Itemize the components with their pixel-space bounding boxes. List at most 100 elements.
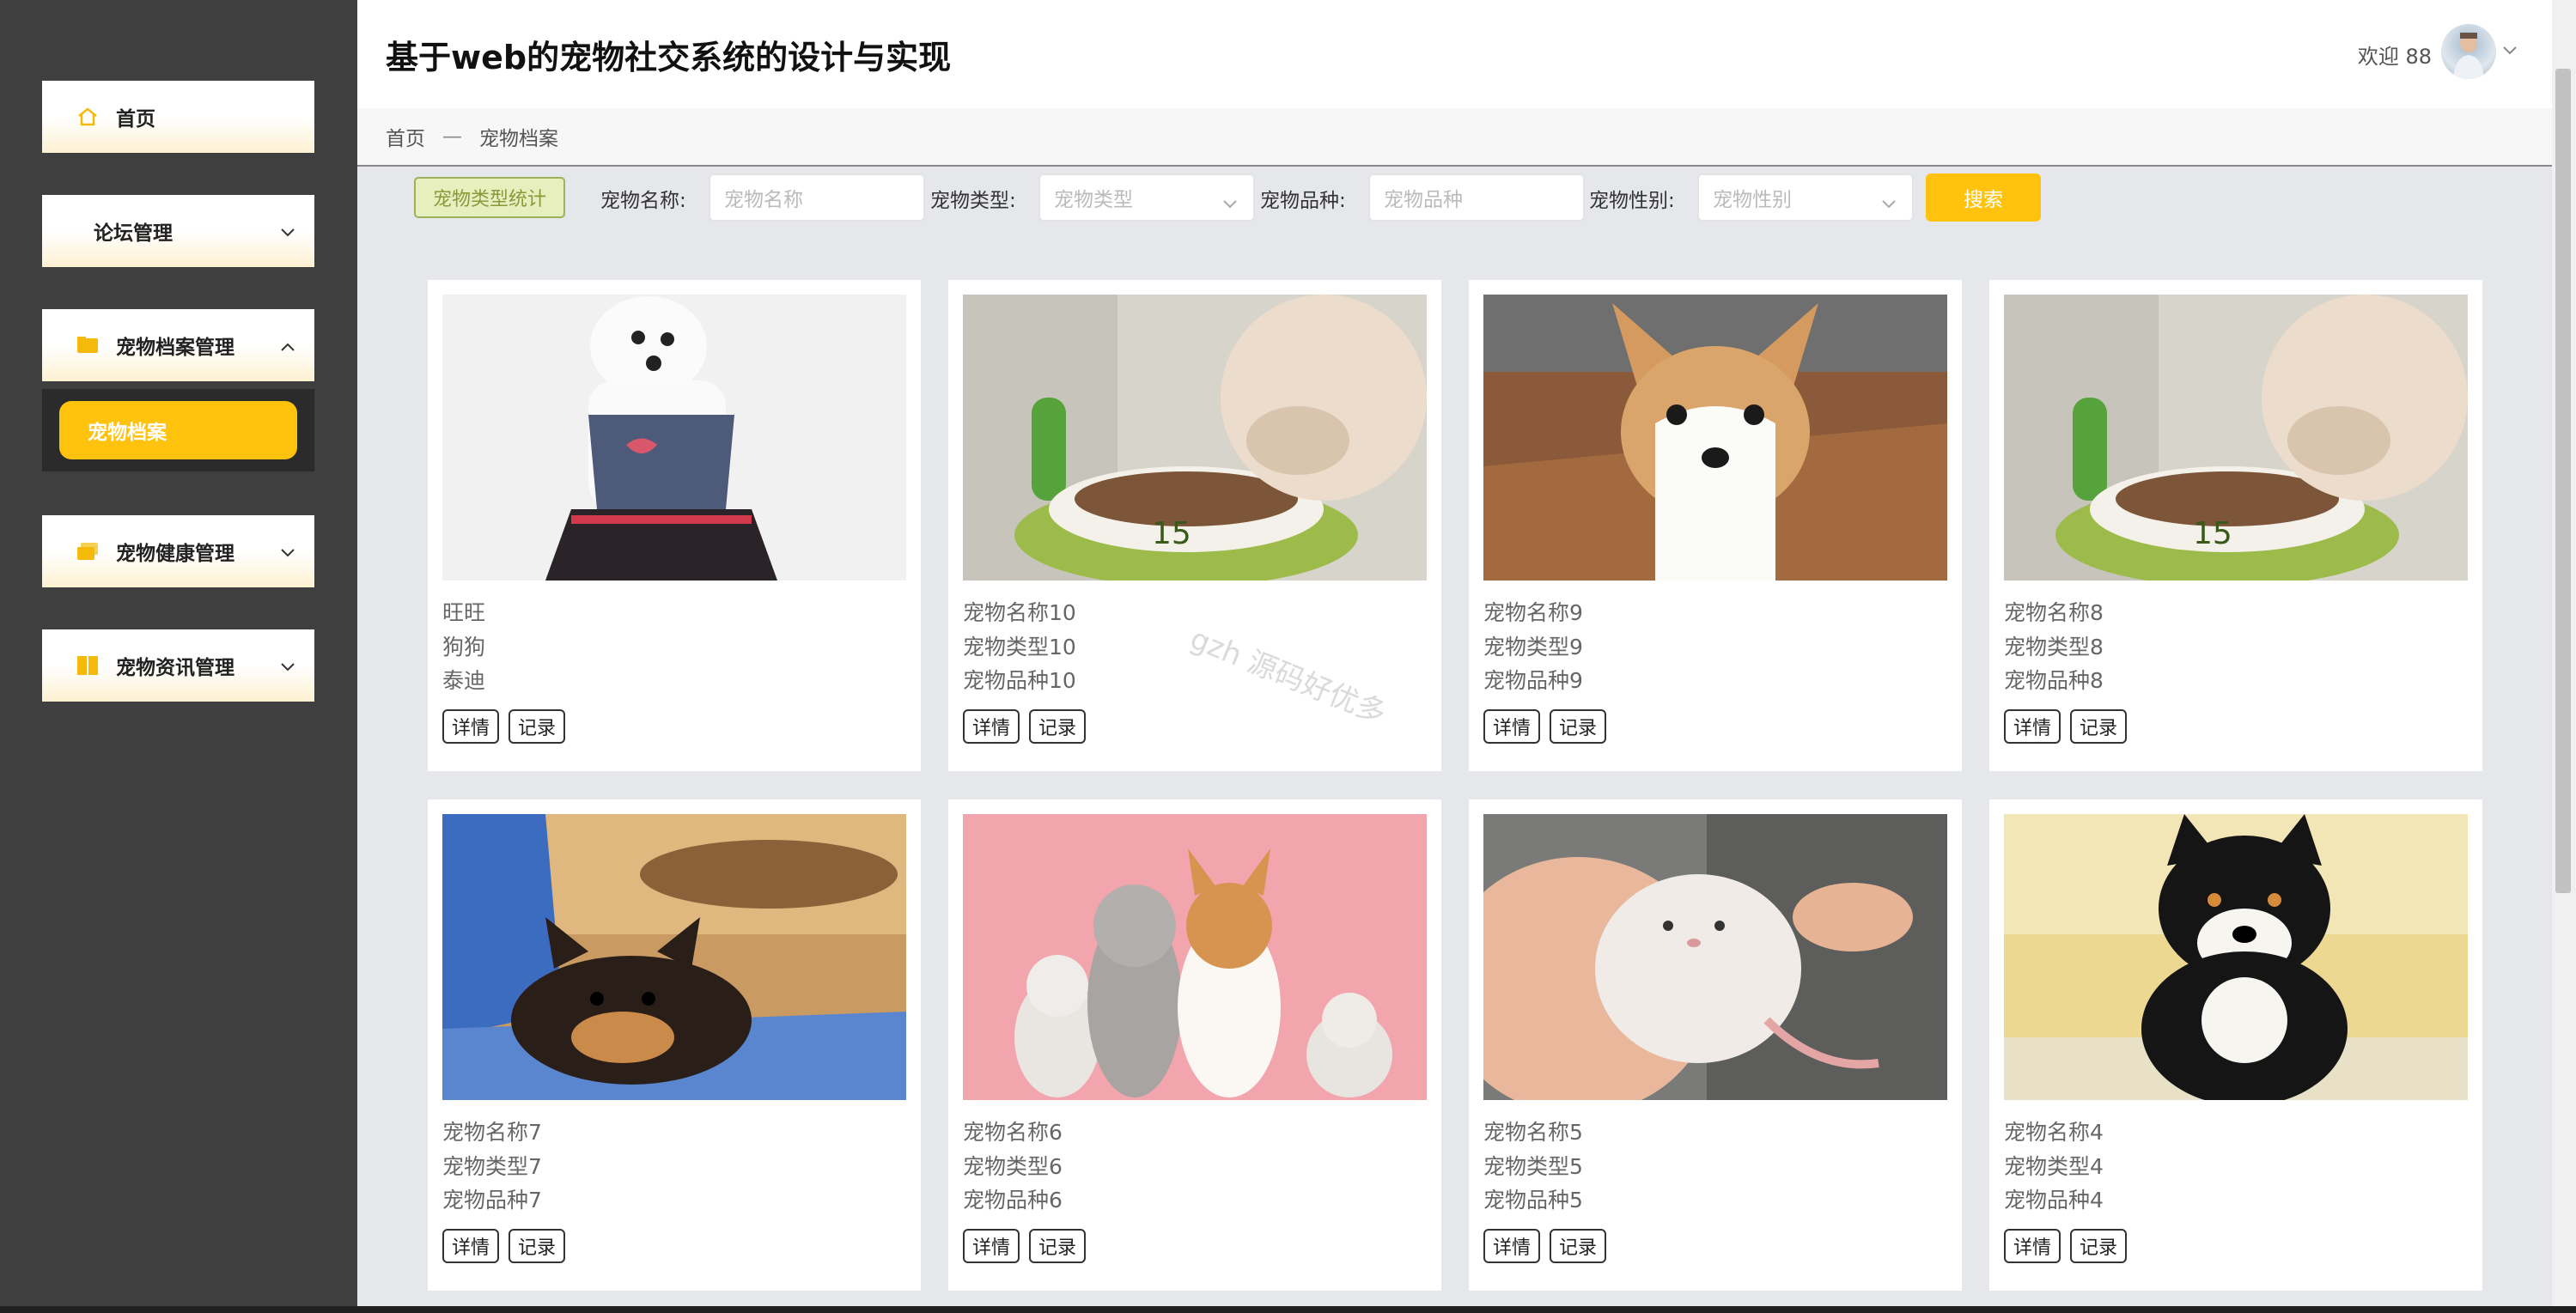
chevron-down-icon (1222, 192, 1238, 215)
record-button[interactable]: 记录 (2070, 709, 2127, 744)
pet-card[interactable]: 宠物名称4 宠物类型4 宠物品种4 详情 记录 (1989, 799, 2482, 1291)
pet-card[interactable]: 15 宠物名称8 宠物类型8 宠物品种8 详情 记录 (1989, 280, 2482, 771)
chevron-down-icon (280, 541, 295, 563)
pet-name: 宠物名称9 (1483, 600, 1583, 625)
pet-type: 宠物类型8 (2004, 635, 2104, 660)
sidebar-item-pet-archive[interactable]: 宠物档案管理 (42, 309, 314, 381)
sidebar-subitem-pet-archive[interactable]: 宠物档案 (59, 401, 297, 459)
sidebar-item-label: 宠物健康管理 (116, 543, 234, 565)
record-button[interactable]: 记录 (509, 1229, 565, 1263)
svg-text:15: 15 (2193, 516, 2232, 551)
pet-card[interactable]: 15 宠物名称10 宠物类型10 宠物品种10 详情 记录 (948, 280, 1441, 771)
vertical-scrollbar[interactable] (2552, 0, 2576, 1313)
pet-type-label: 宠物类型: (930, 190, 1016, 212)
avatar[interactable] (2441, 24, 2496, 79)
pet-type: 宠物类型10 (963, 635, 1076, 660)
sidebar: 首页 论坛管理 宠物档案管理 宠物档案 宠物健康管理 宠物资讯管理 (0, 0, 357, 1313)
pet-breed: 宠物品种6 (963, 1188, 1063, 1213)
pet-photo-pets-group-pink[interactable] (963, 814, 1427, 1100)
pet-type-select-value: 宠物类型 (1054, 189, 1133, 211)
sidebar-item-label: 宠物资讯管理 (116, 657, 234, 679)
pet-card[interactable]: 宠物名称9 宠物类型9 宠物品种9 详情 记录 (1469, 280, 1962, 771)
pet-breed: 宠物品种10 (963, 668, 1076, 693)
detail-button[interactable]: 详情 (1483, 709, 1540, 744)
breadcrumb-current: 宠物档案 (479, 128, 558, 150)
pet-photo-white-poodle[interactable] (442, 295, 906, 581)
pet-breed-input[interactable]: 宠物品种 (1368, 173, 1585, 222)
book-icon (76, 656, 99, 675)
record-button[interactable]: 记录 (1550, 1229, 1606, 1263)
record-button[interactable]: 记录 (1029, 1229, 1086, 1263)
pet-card[interactable]: 旺旺 狗狗 泰迪 详情 记录 (428, 280, 921, 771)
pet-name: 旺旺 (442, 600, 486, 625)
search-button[interactable]: 搜索 (1926, 173, 2041, 222)
pet-breed: 宠物品种9 (1483, 668, 1583, 693)
pet-breed: 宠物品种8 (2004, 668, 2104, 693)
sidebar-submenu: 宠物档案 (42, 389, 314, 471)
svg-text:15: 15 (1152, 516, 1191, 551)
sidebar-item-label: 论坛管理 (94, 222, 173, 245)
pet-photo-cat-food-bowl[interactable]: 15 (2004, 295, 2468, 581)
welcome-text: 欢迎 88 (2357, 45, 2432, 69)
chevron-up-icon (280, 335, 295, 357)
chevron-down-icon (1881, 192, 1897, 215)
pet-type-select[interactable]: 宠物类型 (1038, 173, 1255, 222)
pet-name: 宠物名称6 (963, 1120, 1063, 1145)
chevron-down-icon (280, 655, 295, 678)
pet-type: 宠物类型7 (442, 1154, 542, 1179)
pet-name: 宠物名称7 (442, 1120, 542, 1145)
pet-breed-label: 宠物品种: (1260, 190, 1346, 212)
detail-button[interactable]: 详情 (442, 1229, 499, 1263)
detail-button[interactable]: 详情 (963, 709, 1020, 744)
pet-photo-cat-food-bowl[interactable]: 15 (963, 295, 1427, 581)
record-button[interactable]: 记录 (1029, 709, 1086, 744)
top-header: 基于web的宠物社交系统的设计与实现 欢迎 88 (357, 0, 2552, 108)
pet-name-input[interactable]: 宠物名称 (709, 173, 925, 222)
detail-button[interactable]: 详情 (2004, 709, 2061, 744)
filter-bar: 宠物类型统计 宠物名称: 宠物名称 宠物类型: 宠物类型 宠物品种: 宠物品种 … (357, 167, 2552, 235)
pet-type-stat-button[interactable]: 宠物类型统计 (414, 177, 565, 218)
sidebar-item-home[interactable]: 首页 (42, 81, 314, 153)
pet-photo-hamster-hand[interactable] (1483, 814, 1947, 1100)
home-icon (76, 107, 99, 126)
detail-button[interactable]: 详情 (963, 1229, 1020, 1263)
record-button[interactable]: 记录 (509, 709, 565, 744)
pet-type: 宠物类型5 (1483, 1154, 1583, 1179)
sidebar-item-pet-health[interactable]: 宠物健康管理 (42, 515, 314, 587)
page-title: 基于web的宠物社交系统的设计与实现 (386, 39, 952, 76)
detail-button[interactable]: 详情 (2004, 1229, 2061, 1263)
folder-icon (76, 336, 99, 355)
pet-sex-label: 宠物性别: (1589, 190, 1675, 212)
pet-photo-shiba-lying[interactable] (442, 814, 906, 1100)
sidebar-item-pet-news[interactable]: 宠物资讯管理 (42, 629, 314, 702)
pet-breed: 宠物品种7 (442, 1188, 542, 1213)
pet-photo-corgi-puppy[interactable] (1483, 295, 1947, 581)
detail-button[interactable]: 详情 (442, 709, 499, 744)
chevron-down-icon[interactable] (2502, 43, 2518, 59)
record-button[interactable]: 记录 (1550, 709, 1606, 744)
breadcrumb-separator: — (442, 125, 462, 148)
bottom-edge (0, 1306, 2576, 1313)
sidebar-item-forum[interactable]: 论坛管理 (42, 195, 314, 267)
detail-button[interactable]: 详情 (1483, 1229, 1540, 1263)
pet-breed: 宠物品种5 (1483, 1188, 1583, 1213)
pet-type: 宠物类型9 (1483, 635, 1583, 660)
pet-type: 狗狗 (442, 635, 486, 660)
pet-card[interactable]: 宠物名称6 宠物类型6 宠物品种6 详情 记录 (948, 799, 1441, 1291)
folders-icon (76, 542, 99, 561)
breadcrumb: 首页 — 宠物档案 (357, 108, 2552, 167)
pet-breed: 宠物品种4 (2004, 1188, 2104, 1213)
pet-name: 宠物名称10 (963, 600, 1076, 625)
record-button[interactable]: 记录 (2070, 1229, 2127, 1263)
pet-photo-shiba-puppy[interactable] (2004, 814, 2468, 1100)
chevron-down-icon (280, 221, 295, 243)
pet-name: 宠物名称8 (2004, 600, 2104, 625)
scrollbar-thumb[interactable] (2555, 69, 2571, 893)
pet-name: 宠物名称4 (2004, 1120, 2104, 1145)
sidebar-item-label: 首页 (116, 108, 155, 131)
pet-name: 宠物名称5 (1483, 1120, 1583, 1145)
breadcrumb-home[interactable]: 首页 (386, 122, 425, 151)
pet-card[interactable]: 宠物名称7 宠物类型7 宠物品种7 详情 记录 (428, 799, 921, 1291)
pet-card[interactable]: 宠物名称5 宠物类型5 宠物品种5 详情 记录 (1469, 799, 1962, 1291)
pet-sex-select[interactable]: 宠物性别 (1697, 173, 1914, 222)
